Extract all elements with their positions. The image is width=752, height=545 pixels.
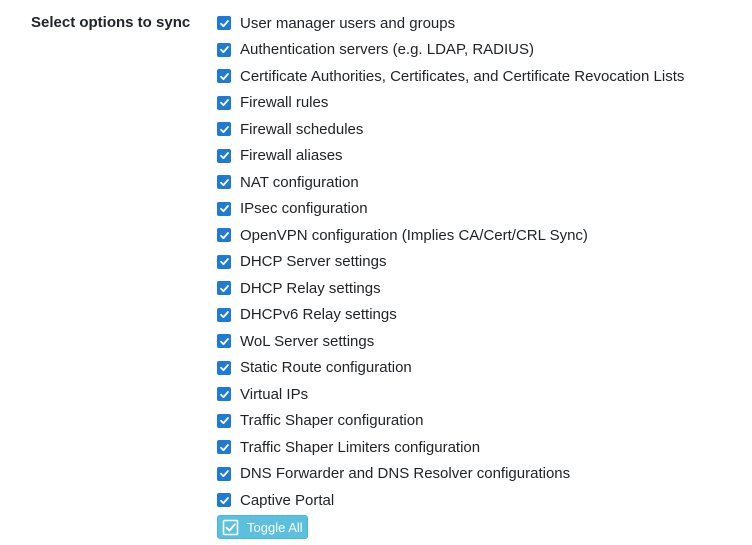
sync-option-label: DHCP Relay settings — [240, 279, 381, 297]
sync-option-checkbox[interactable] — [217, 307, 231, 322]
sync-option-checkbox[interactable] — [217, 42, 231, 57]
sync-option-label: WoL Server settings — [240, 332, 375, 350]
checkmark-icon — [219, 337, 229, 345]
checkmark-icon — [219, 99, 229, 107]
sync-option-checkbox[interactable] — [217, 122, 231, 137]
sync-option-label: IPsec configuration — [240, 200, 368, 218]
sync-option-18[interactable]: Captive Portal — [217, 487, 747, 514]
checkmark-icon — [219, 258, 229, 266]
sync-option-label: Authentication servers (e.g. LDAP, RADIU… — [240, 41, 535, 59]
sync-option-9[interactable]: DHCP Server settings — [217, 249, 747, 276]
sync-option-checkbox[interactable] — [217, 466, 231, 481]
checkmark-icon — [219, 417, 229, 425]
sync-option-checkbox[interactable] — [217, 387, 231, 402]
sync-option-2[interactable]: Certificate Authorities, Certificates, a… — [217, 63, 747, 90]
sync-option-checkbox[interactable] — [217, 175, 231, 190]
sync-option-4[interactable]: Firewall schedules — [217, 116, 747, 143]
checkmark-icon — [219, 231, 229, 239]
sync-option-checkbox[interactable] — [217, 95, 231, 110]
sync-option-15[interactable]: Traffic Shaper configuration — [217, 408, 747, 435]
sync-option-label: Static Route configuration — [240, 359, 412, 377]
sync-option-16[interactable]: Traffic Shaper Limiters configuration — [217, 434, 747, 461]
sync-option-checkbox[interactable] — [217, 413, 231, 428]
checkbox-checked-icon — [222, 519, 239, 536]
sync-option-checkbox[interactable] — [217, 148, 231, 163]
sync-option-10[interactable]: DHCP Relay settings — [217, 275, 747, 302]
sync-options-list: User manager users and groups Authenticat… — [217, 10, 747, 514]
sync-option-checkbox[interactable] — [217, 254, 231, 269]
sync-option-label: Firewall schedules — [240, 120, 364, 138]
sync-option-14[interactable]: Virtual IPs — [217, 381, 747, 408]
checkmark-icon — [219, 205, 229, 213]
sync-option-checkbox[interactable] — [217, 360, 231, 375]
sync-option-checkbox[interactable] — [217, 16, 231, 31]
checkmark-icon — [219, 72, 229, 80]
checkmark-icon — [219, 125, 229, 133]
checkmark-icon — [219, 311, 229, 319]
checkmark-icon — [219, 364, 229, 372]
sync-option-7[interactable]: IPsec configuration — [217, 196, 747, 223]
sync-option-checkbox[interactable] — [217, 228, 231, 243]
sync-option-label: Traffic Shaper Limiters configuration — [240, 438, 481, 456]
sync-option-checkbox[interactable] — [217, 493, 231, 508]
sync-option-label: NAT configuration — [240, 173, 359, 191]
sync-option-checkbox[interactable] — [217, 69, 231, 84]
sync-option-17[interactable]: DNS Forwarder and DNS Resolver configura… — [217, 461, 747, 488]
checkmark-icon — [219, 152, 229, 160]
checkmark-icon — [219, 46, 229, 54]
sync-option-label: OpenVPN configuration (Implies CA/Cert/C… — [240, 226, 588, 244]
sync-option-label: Captive Portal — [240, 491, 335, 509]
sync-option-checkbox[interactable] — [217, 440, 231, 455]
sync-option-label: Virtual IPs — [240, 385, 309, 403]
sync-option-6[interactable]: NAT configuration — [217, 169, 747, 196]
sync-option-label: Certificate Authorities, Certificates, a… — [240, 67, 685, 85]
sync-option-checkbox[interactable] — [217, 334, 231, 349]
sync-option-8[interactable]: OpenVPN configuration (Implies CA/Cert/C… — [217, 222, 747, 249]
sync-option-label: Traffic Shaper configuration — [240, 412, 424, 430]
sync-option-label: Firewall rules — [240, 94, 329, 112]
sync-option-11[interactable]: DHCPv6 Relay settings — [217, 302, 747, 329]
sync-option-3[interactable]: Firewall rules — [217, 90, 747, 117]
sync-option-label: User manager users and groups — [240, 14, 456, 32]
sync-option-5[interactable]: Firewall aliases — [217, 143, 747, 170]
checkmark-icon — [219, 390, 229, 398]
checkmark-icon — [219, 470, 229, 478]
sync-option-13[interactable]: Static Route configuration — [217, 355, 747, 382]
sync-option-label: DNS Forwarder and DNS Resolver configura… — [240, 465, 571, 483]
toggle-all-label: Toggle All — [247, 519, 303, 535]
checkmark-icon — [219, 443, 229, 451]
sync-option-checkbox[interactable] — [217, 281, 231, 296]
toggle-all-button[interactable]: Toggle All — [217, 515, 308, 539]
sync-option-0[interactable]: User manager users and groups — [217, 10, 747, 37]
sync-option-12[interactable]: WoL Server settings — [217, 328, 747, 355]
checkmark-icon — [219, 19, 229, 27]
sync-option-label: DHCPv6 Relay settings — [240, 306, 397, 324]
checkmark-icon — [219, 178, 229, 186]
checkmark-icon — [219, 496, 229, 504]
sync-option-checkbox[interactable] — [217, 201, 231, 216]
section-label: Select options to sync — [31, 14, 191, 31]
checkmark-icon — [219, 284, 229, 292]
sync-option-label: DHCP Server settings — [240, 253, 387, 271]
sync-option-label: Firewall aliases — [240, 147, 343, 165]
sync-option-1[interactable]: Authentication servers (e.g. LDAP, RADIU… — [217, 37, 747, 64]
